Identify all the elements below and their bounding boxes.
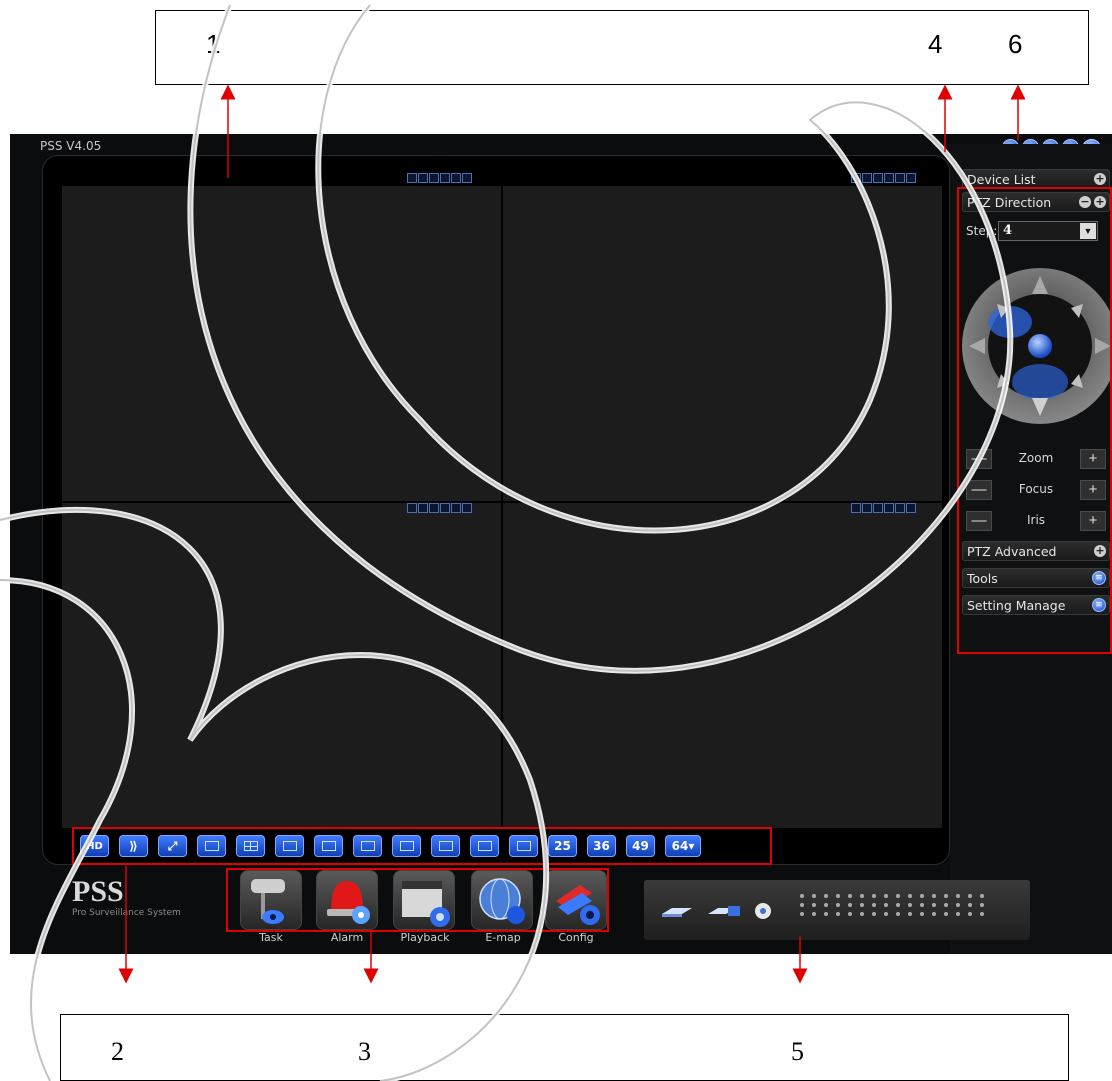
iris-open-button[interactable]: + xyxy=(1080,511,1106,531)
layout-24-icon[interactable] xyxy=(509,835,538,857)
callout-number-1: 1 xyxy=(206,29,221,59)
playback-label: Playback xyxy=(400,931,450,944)
zoom-control: — Zoom + xyxy=(966,449,1106,471)
status-area xyxy=(644,880,1030,940)
ptz-advanced-header[interactable]: PTZ Advanced + xyxy=(962,541,1110,561)
layout-64-button[interactable]: 64▾ xyxy=(665,835,701,857)
playback-button[interactable] xyxy=(393,870,455,930)
iris-control: — Iris + xyxy=(966,511,1106,533)
callout-number-6: 6 xyxy=(1008,29,1023,59)
video-display-area xyxy=(42,155,950,865)
layout-49-button[interactable]: 49 xyxy=(626,835,655,857)
pane-4-toolbar[interactable] xyxy=(851,503,916,513)
layout-13-icon[interactable] xyxy=(392,835,421,857)
alarm-siren-icon xyxy=(327,881,370,924)
iris-label: Iris xyxy=(1026,513,1046,527)
globe-icon xyxy=(479,878,525,924)
task-label: Task xyxy=(259,931,283,944)
ptz-direction-wheel[interactable] xyxy=(955,264,1110,424)
expand-icon[interactable]: + xyxy=(1094,196,1106,208)
video-pane-2[interactable] xyxy=(503,186,942,501)
zoom-label: Zoom xyxy=(1018,451,1054,465)
video-pane-3[interactable] xyxy=(62,503,501,828)
chevron-down-icon[interactable]: ▼ xyxy=(1080,223,1096,239)
setting-manage-header[interactable]: Setting Manage ≡ xyxy=(962,595,1110,615)
collapse-icon[interactable]: − xyxy=(1079,196,1091,208)
step-label: Step: xyxy=(966,224,998,238)
focus-label: Focus xyxy=(1018,482,1054,496)
fullscreen-icon[interactable]: ⤢ xyxy=(158,835,187,857)
layout-25-button[interactable]: 25 xyxy=(548,835,577,857)
video-pane-4[interactable] xyxy=(503,503,942,828)
tools-label: Tools xyxy=(967,570,998,586)
device-list-label: Device List xyxy=(967,171,1036,187)
ptz-direction-label: PTZ Direction xyxy=(967,194,1052,210)
step-value: 4 xyxy=(1003,223,1013,238)
device-list-header[interactable]: Device List + xyxy=(962,169,1110,189)
callout-number-3: 3 xyxy=(358,1037,371,1066)
top-callout-box: 1 4 6 xyxy=(155,10,1089,85)
ptz-advanced-label: PTZ Advanced xyxy=(967,543,1057,559)
layout-36-button[interactable]: 36 xyxy=(587,835,616,857)
pss-logo: PSS Pro Surveillance System xyxy=(72,875,181,919)
callout-number-4: 4 xyxy=(928,29,943,59)
bottom-callout-box: 2 3 5 xyxy=(60,1014,1069,1081)
tools-header[interactable]: Tools ≡ xyxy=(962,568,1110,588)
pane-3-toolbar[interactable] xyxy=(407,503,472,513)
ptz-direction-header[interactable]: PTZ Direction − + xyxy=(962,192,1110,212)
logo-tagline: Pro Surveillance System xyxy=(72,908,181,918)
storage-stack-icon xyxy=(708,906,740,916)
iris-close-button[interactable]: — xyxy=(966,511,992,531)
callout-number-5: 5 xyxy=(791,1037,804,1066)
config-label: Config xyxy=(558,931,594,944)
emap-button[interactable] xyxy=(471,870,533,930)
layout-9-icon[interactable] xyxy=(353,835,382,857)
gear-config-icon xyxy=(556,885,600,925)
config-button[interactable] xyxy=(545,870,607,930)
layout-4-icon[interactable] xyxy=(236,835,265,857)
list-icon[interactable]: ≡ xyxy=(1092,571,1106,585)
camera-icon xyxy=(251,879,285,924)
right-control-panel: Device List + PTZ Direction − + Step: 4 … xyxy=(950,144,1112,954)
alarm-label: Alarm xyxy=(330,931,364,944)
focus-in-button[interactable]: + xyxy=(1080,480,1106,500)
setting-manage-label: Setting Manage xyxy=(967,597,1066,613)
layout-toolbar: HD ⟫ ⤢ 25 36 49 64▾ xyxy=(72,827,772,865)
focus-control: — Focus + xyxy=(966,480,1106,502)
hard-disk-icon xyxy=(662,908,692,917)
emap-label: E-map xyxy=(485,931,521,944)
layout-1-icon[interactable] xyxy=(197,835,226,857)
video-pane-1[interactable] xyxy=(62,186,501,501)
pss-application-window: PSS V4.05 ✕ HD ⟫ ⤢ 25 36 49 64▾ xyxy=(10,134,1112,954)
disc-icon xyxy=(755,903,771,919)
expand-icon[interactable]: + xyxy=(1094,545,1106,557)
layout-16-icon[interactable] xyxy=(431,835,460,857)
alarm-button[interactable] xyxy=(316,870,378,930)
list-icon[interactable]: ≡ xyxy=(1092,598,1106,612)
pane-2-toolbar[interactable] xyxy=(851,173,916,183)
zoom-in-button[interactable]: + xyxy=(1080,449,1106,469)
focus-out-button[interactable]: — xyxy=(966,480,992,500)
hd-button[interactable]: HD xyxy=(80,835,109,857)
clapperboard-icon xyxy=(402,881,450,927)
multi-screen-icon[interactable]: ⟫ xyxy=(119,835,148,857)
task-button[interactable] xyxy=(240,870,302,930)
pane-1-toolbar[interactable] xyxy=(407,173,472,183)
zoom-out-button[interactable]: — xyxy=(966,449,992,469)
window-title: PSS V4.05 xyxy=(40,139,102,153)
channel-indicator-grid xyxy=(800,894,988,916)
expand-icon[interactable]: + xyxy=(1094,173,1106,185)
step-select[interactable]: 4 ▼ xyxy=(998,221,1098,241)
layout-6-icon[interactable] xyxy=(275,835,304,857)
logo-text: PSS xyxy=(72,875,124,908)
callout-number-2: 2 xyxy=(111,1037,124,1066)
layout-8-icon[interactable] xyxy=(314,835,343,857)
layout-20-icon[interactable] xyxy=(470,835,499,857)
